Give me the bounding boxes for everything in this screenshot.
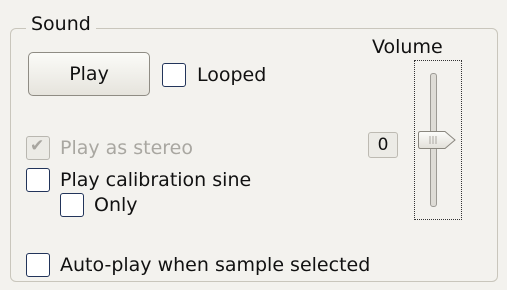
volume-value-display: 0 <box>368 132 398 158</box>
groupbox-title: Sound <box>26 12 96 36</box>
volume-slider[interactable] <box>414 60 462 220</box>
play-button[interactable]: Play <box>28 52 150 96</box>
slider-thumb-icon <box>418 131 456 149</box>
volume-label: Volume <box>372 36 443 58</box>
auto-play-checkbox[interactable] <box>26 253 50 277</box>
only-label[interactable]: Only <box>94 193 138 217</box>
volume-slider-thumb[interactable] <box>417 130 457 150</box>
only-checkbox[interactable] <box>60 193 84 217</box>
looped-label[interactable]: Looped <box>197 63 266 87</box>
play-calibration-sine-label[interactable]: Play calibration sine <box>60 168 251 192</box>
play-as-stereo-checkbox <box>26 136 50 160</box>
play-as-stereo-label: Play as stereo <box>60 137 193 159</box>
looped-checkbox[interactable] <box>162 63 186 87</box>
auto-play-label[interactable]: Auto-play when sample selected <box>60 253 370 277</box>
play-calibration-sine-checkbox[interactable] <box>26 168 50 192</box>
